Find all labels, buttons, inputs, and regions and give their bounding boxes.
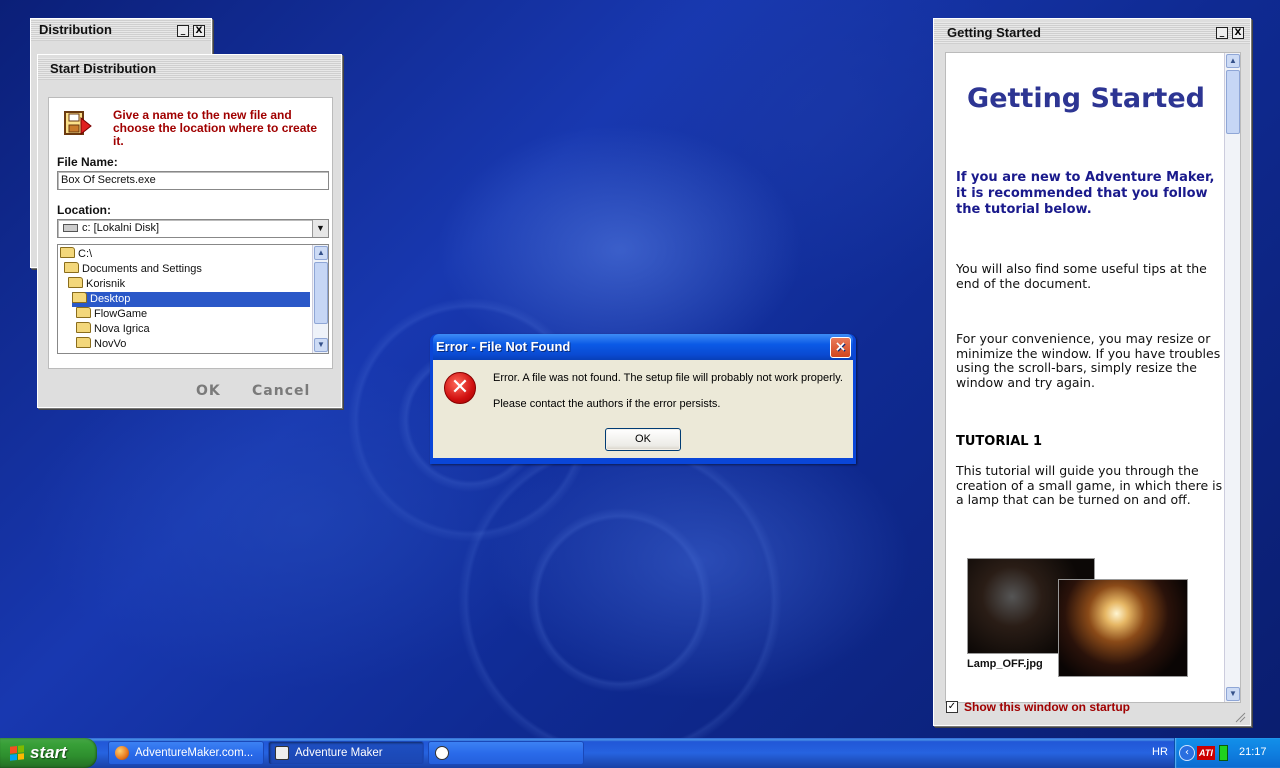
info-icon [435,746,449,760]
ok-button[interactable]: OK [605,428,681,451]
scroll-down-icon[interactable]: ▼ [314,338,328,352]
error-icon: ✕ [444,372,476,404]
cancel-button[interactable]: Cancel [252,383,310,399]
scroll-thumb[interactable] [1226,70,1240,134]
start-label: start [30,743,67,762]
error-dialog-title: Error - File Not Found [436,339,571,354]
location-label: Location: [57,203,111,217]
start-button[interactable]: start [0,738,97,768]
folder-icon [76,322,91,333]
minimize-button[interactable]: _ [177,25,189,37]
taskbar-item-browser[interactable]: AdventureMaker.com... [108,741,264,765]
instruction-text: Give a name to the new file and choose t… [113,108,318,148]
lamp-on-image [1058,579,1188,677]
folder-icon [76,307,91,318]
document-scrollbar[interactable]: ▲ ▼ [1224,53,1240,702]
tree-item-documents[interactable]: Documents and Settings [64,262,202,277]
folder-icon [68,277,83,288]
document-heading: Getting Started [967,83,1205,114]
error-dialog-titlebar[interactable]: Error - File Not Found × [433,334,853,360]
error-dialog: Error - File Not Found × ✕ Error. A file… [430,334,856,464]
file-name-input[interactable]: Box Of Secrets.exe [57,171,329,190]
error-dialog-body: ✕ Error. A file was not found. The setup… [433,360,853,458]
tutorial-text: This tutorial will guide you through the… [956,463,1223,507]
firefox-icon [115,746,129,760]
getting-started-window: Getting Started _ X Getting Started If y… [933,18,1251,726]
language-indicator[interactable]: HR [1152,746,1168,758]
system-tray: ‹ ATI 21:17 [1174,738,1280,768]
save-disk-icon [63,108,93,142]
adventure-maker-icon [275,746,289,760]
start-distribution-title: Start Distribution [38,58,341,80]
scroll-up-icon[interactable]: ▲ [314,246,328,260]
chevron-down-icon[interactable]: ▼ [312,220,328,237]
tutorial-heading: TUTORIAL 1 [956,434,1043,449]
drive-icon [63,224,78,232]
tips-text: You will also find some useful tips at t… [956,261,1207,291]
tree-item-korisnik[interactable]: Korisnik [68,277,125,292]
folder-open-icon [72,292,87,303]
taskbar-item-adventure-maker[interactable]: Adventure Maker [268,741,424,765]
tree-scrollbar[interactable]: ▲ ▼ [312,245,328,353]
show-on-startup-checkbox[interactable]: ✓ [946,701,958,713]
error-message-secondary: Please contact the authors if the error … [493,398,721,410]
resize-grip-icon[interactable] [1234,711,1246,723]
file-name-label: File Name: [57,155,118,169]
start-distribution-window: Start Distribution Give a name to the ne… [37,54,342,408]
clock[interactable]: 21:17 [1239,746,1267,758]
scroll-up-icon[interactable]: ▲ [1226,54,1240,68]
taskbar: start AdventureMaker.com... Adventure Ma… [0,738,1280,768]
tree-item-desktop[interactable]: Desktop [72,292,310,307]
getting-started-title: Getting Started [934,22,1250,44]
resize-note-text: For your convenience, you may resize or … [956,331,1221,390]
scroll-down-icon[interactable]: ▼ [1226,687,1240,701]
lamp-off-caption: Lamp_OFF.jpg [967,658,1043,670]
ati-tray-icon[interactable]: ATI [1197,746,1215,760]
show-on-startup-label[interactable]: Show this window on startup [964,700,1130,714]
tree-item-c-drive[interactable]: C:\ [60,247,92,262]
folder-icon [64,262,79,273]
ok-button[interactable]: OK [196,383,221,399]
getting-started-document[interactable]: Getting Started If you are new to Advent… [945,52,1241,703]
folder-tree[interactable]: C:\ Documents and Settings Korisnik Desk… [57,244,329,354]
close-icon[interactable]: × [830,337,851,358]
windows-logo-icon [10,745,24,761]
scroll-thumb[interactable] [314,262,328,324]
folder-icon [76,337,91,348]
folder-icon [60,247,75,258]
close-button[interactable]: X [193,25,205,37]
intro-text: If you are new to Adventure Maker, it is… [956,170,1215,217]
taskbar-item-info[interactable] [428,741,584,765]
error-message: Error. A file was not found. The setup f… [493,372,843,384]
tree-item-flowgame[interactable]: FlowGame [76,307,147,322]
location-value: c: [Lokalni Disk] [82,222,160,234]
minimize-button[interactable]: _ [1216,27,1228,39]
start-distribution-body: Give a name to the new file and choose t… [48,97,333,369]
tree-item-nova-igrica[interactable]: Nova Igrica [76,322,150,337]
tray-expand-icon[interactable]: ‹ [1179,745,1195,761]
tree-item-novvo[interactable]: NovVo [76,337,126,352]
close-button[interactable]: X [1232,27,1244,39]
battery-tray-icon[interactable] [1219,745,1228,761]
location-select[interactable]: c: [Lokalni Disk] ▼ [57,219,329,238]
